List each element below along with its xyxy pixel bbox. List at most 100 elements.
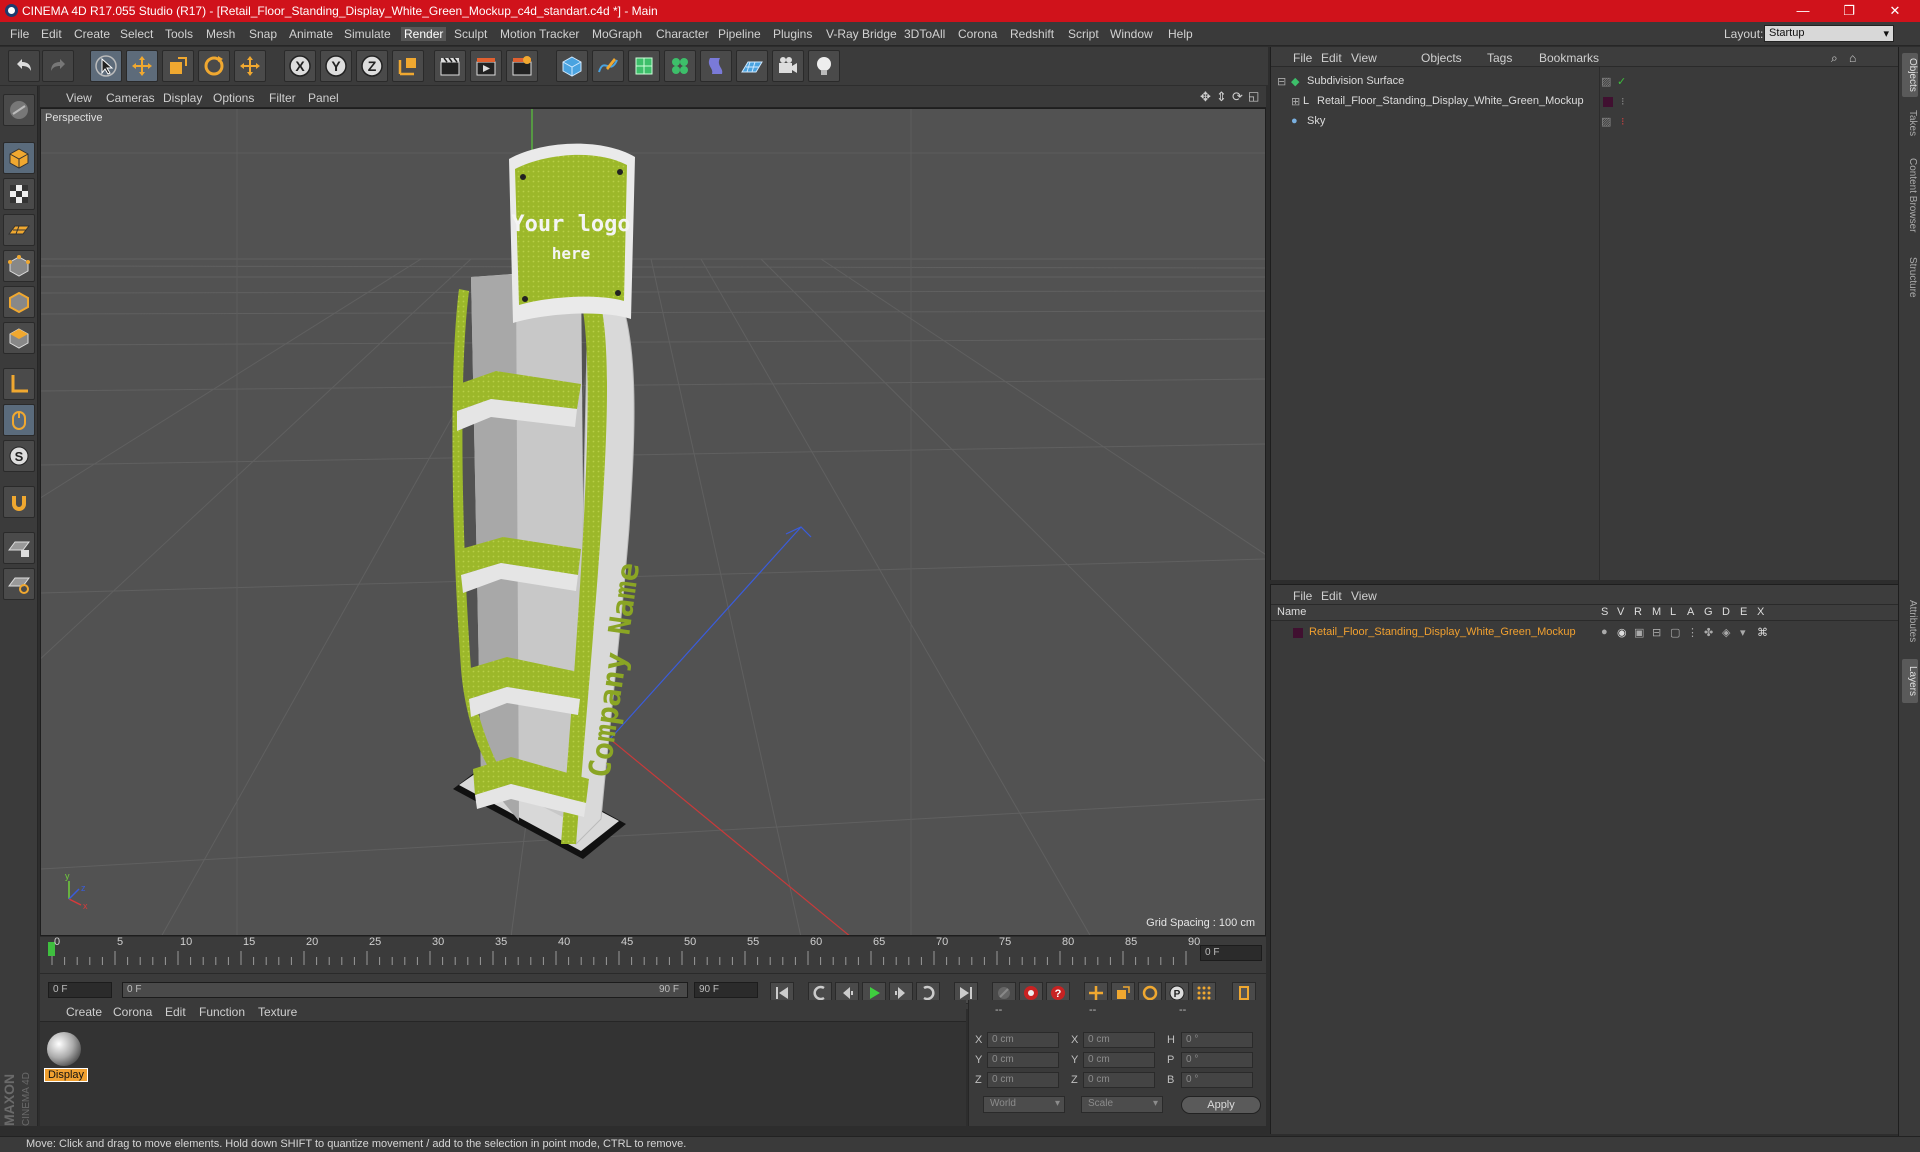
add-cube-button[interactable] [556, 50, 588, 82]
coord-size-z-field[interactable]: 0 cm [1083, 1072, 1155, 1088]
coord-size-y-field[interactable]: 0 cm [1083, 1052, 1155, 1068]
search-icon[interactable]: ⌕ [1831, 51, 1838, 66]
menu-pipeline[interactable]: Pipeline [718, 27, 761, 41]
menu-help[interactable]: Help [1168, 27, 1193, 41]
visibility-dots-icon[interactable]: ⁝ [1621, 115, 1625, 128]
menu-select[interactable]: Select [120, 27, 153, 41]
enabled-check-icon[interactable]: ✓ [1617, 75, 1626, 88]
layer-render-icon[interactable]: ▣ [1634, 626, 1644, 639]
render-view-button[interactable] [434, 50, 466, 82]
layer-lock-icon[interactable]: ▢ [1670, 626, 1680, 639]
menu-character[interactable]: Character [656, 27, 709, 41]
material-menu-function[interactable]: Function [199, 1005, 245, 1019]
start-frame-field[interactable]: 0 F [48, 982, 112, 998]
y-axis-lock-button[interactable]: Y [320, 50, 352, 82]
polygons-mode-button[interactable] [3, 322, 35, 354]
redo-button[interactable] [42, 50, 74, 82]
object-menu-tags[interactable]: Tags [1487, 51, 1512, 65]
menu-redshift[interactable]: Redshift [1010, 27, 1054, 41]
menu-simulate[interactable]: Simulate [344, 27, 391, 41]
viewport-maximize-icon[interactable]: ◱ [1248, 89, 1259, 103]
coord-space-dropdown[interactable]: World ▾ [983, 1096, 1065, 1113]
menu-snap[interactable]: Snap [249, 27, 277, 41]
layer-expressions-icon[interactable]: ▾ [1740, 626, 1746, 639]
material-item[interactable]: Display [44, 1030, 88, 1082]
viewport-dolly-icon[interactable]: ⇕ [1216, 89, 1227, 105]
material-menu-texture[interactable]: Texture [258, 1005, 297, 1019]
edges-mode-button[interactable] [3, 286, 35, 318]
layer-col-g[interactable]: G [1704, 606, 1713, 618]
visibility-dots-icon[interactable]: ⁝ [1621, 95, 1625, 108]
viewport-menu-view[interactable]: View [66, 91, 92, 105]
tab-content-browser[interactable]: Content Browser [1902, 147, 1918, 243]
tab-objects[interactable]: Objects [1902, 53, 1918, 97]
object-row[interactable]: ● Sky ▨ ⁝ [1271, 112, 1899, 132]
coord-size-x-field[interactable]: 0 cm [1083, 1032, 1155, 1048]
layer-visible-icon[interactable]: ◉ [1617, 626, 1627, 639]
layout-dropdown[interactable]: Startup ▾ [1764, 25, 1894, 42]
make-editable-button[interactable] [3, 94, 35, 126]
menu-mesh[interactable]: Mesh [206, 27, 235, 41]
add-deformer-button[interactable] [700, 50, 732, 82]
timeline-ruler[interactable]: 0 5 10 15 20 25 30 35 40 45 50 55 60 65 70 75 80 85 90 0 F [40, 936, 1266, 973]
viewport-orbit-icon[interactable]: ⟳ [1232, 89, 1243, 105]
tab-layers[interactable]: Layers [1902, 659, 1918, 703]
coord-pos-x-field[interactable]: 0 cm [987, 1032, 1059, 1048]
layer-col-s[interactable]: S [1601, 606, 1608, 618]
layer-col-e[interactable]: E [1740, 606, 1747, 618]
coord-pos-y-field[interactable]: 0 cm [987, 1052, 1059, 1068]
menu-mograph[interactable]: MoGraph [592, 27, 642, 41]
model-mode-button[interactable] [3, 142, 35, 174]
menu-create[interactable]: Create [74, 27, 110, 41]
workplane-mode-button[interactable] [3, 214, 35, 246]
z-axis-lock-button[interactable]: Z [356, 50, 388, 82]
layer-col-l[interactable]: L [1670, 606, 1676, 618]
layer-col-r[interactable]: R [1634, 606, 1642, 618]
menu-file[interactable]: File [10, 27, 29, 41]
material-menu-corona[interactable]: Corona [113, 1005, 152, 1019]
add-floor-button[interactable] [736, 50, 768, 82]
add-spline-button[interactable] [592, 50, 624, 82]
axis-mode-button[interactable] [3, 368, 35, 400]
coordinate-system-button[interactable] [392, 50, 424, 82]
render-picture-viewer-button[interactable] [470, 50, 502, 82]
add-light-button[interactable] [808, 50, 840, 82]
x-axis-lock-button[interactable]: X [284, 50, 316, 82]
material-menu-create[interactable]: Create [66, 1005, 102, 1019]
menu-corona[interactable]: Corona [958, 27, 997, 41]
layer-row[interactable]: Retail_Floor_Standing_Display_White_Gree… [1271, 623, 1899, 643]
layer-color-swatch[interactable] [1603, 97, 1613, 107]
snap-button[interactable] [3, 486, 35, 518]
tab-structure[interactable]: Structure [1902, 247, 1918, 307]
rotate-tool-button[interactable] [198, 50, 230, 82]
menu-plugins[interactable]: Plugins [773, 27, 812, 41]
layer-menu-edit[interactable]: Edit [1321, 589, 1342, 603]
layer-col-v[interactable]: V [1617, 606, 1624, 618]
viewport-menu-display[interactable]: Display [163, 91, 202, 105]
viewport-pan-icon[interactable]: ✥ [1200, 89, 1211, 105]
add-subdivision-button[interactable] [628, 50, 660, 82]
menu-tools[interactable]: Tools [165, 27, 193, 41]
object-row[interactable]: ⊞ L Retail_Floor_Standing_Display_White_… [1271, 92, 1899, 112]
viewport-menu-filter[interactable]: Filter [269, 91, 296, 105]
current-frame-field[interactable]: 0 F [1200, 945, 1262, 961]
coord-rot-h-field[interactable]: 0 ° [1181, 1032, 1253, 1048]
menu-sculpt[interactable]: Sculpt [454, 27, 487, 41]
layer-xref-icon[interactable]: ⌘ [1757, 626, 1768, 639]
layer-generators-icon[interactable]: ✤ [1704, 626, 1713, 639]
layer-col-x[interactable]: X [1757, 606, 1764, 618]
coord-rot-b-field[interactable]: 0 ° [1181, 1072, 1253, 1088]
coord-size-mode-dropdown[interactable]: Scale ▾ [1081, 1096, 1163, 1113]
lock-workplane-button[interactable] [3, 532, 35, 564]
menu-vray-bridge[interactable]: V-Ray Bridge [826, 27, 897, 41]
layer-col-d[interactable]: D [1722, 606, 1730, 618]
layer-menu-view[interactable]: View [1351, 589, 1377, 603]
menu-script[interactable]: Script [1068, 27, 1099, 41]
scale-tool-button[interactable] [162, 50, 194, 82]
menu-render[interactable]: Render [401, 27, 447, 41]
object-row[interactable]: ⊟ ◆ Subdivision Surface ▨ ✓ [1271, 72, 1899, 92]
menu-animate[interactable]: Animate [289, 27, 333, 41]
menu-motion-tracker[interactable]: Motion Tracker [500, 27, 579, 41]
coord-rot-p-field[interactable]: 0 ° [1181, 1052, 1253, 1068]
end-frame-field[interactable]: 90 F [694, 982, 758, 998]
